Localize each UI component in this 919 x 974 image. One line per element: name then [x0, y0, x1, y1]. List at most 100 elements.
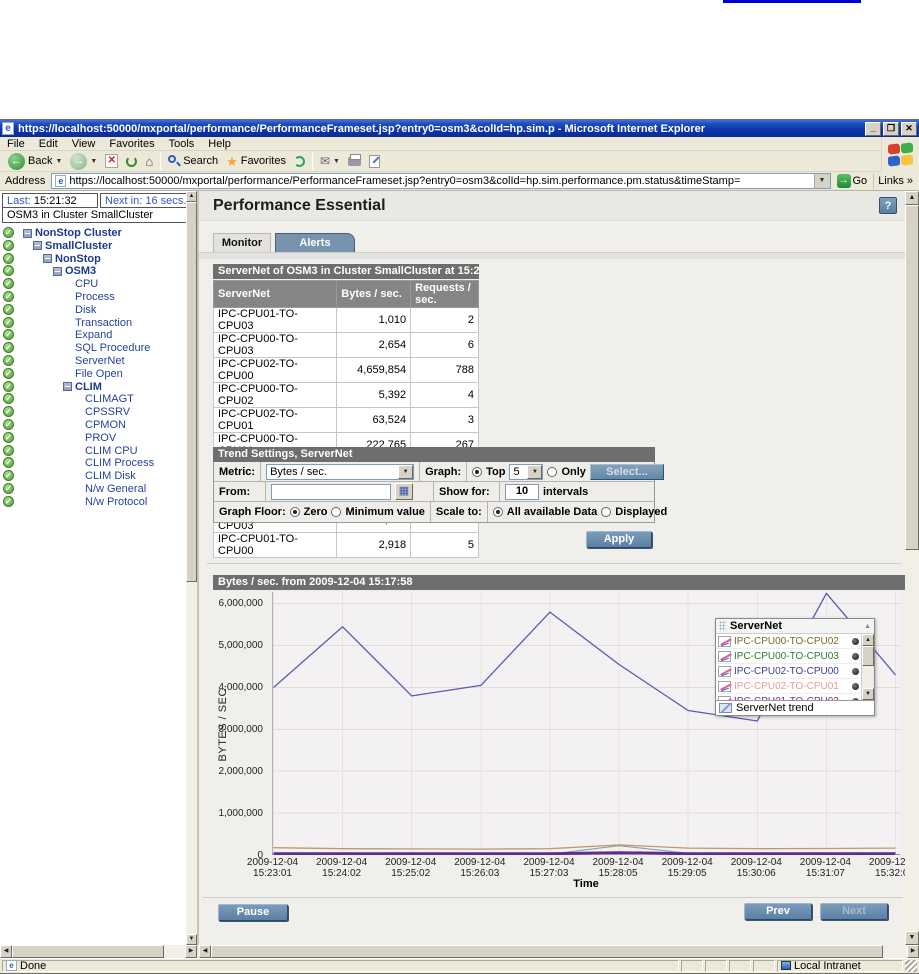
tree-item-n-w-general[interactable]: ✓N/w General	[0, 483, 186, 496]
maximize-button[interactable]: ❐	[883, 122, 899, 136]
visibility-eye-icon[interactable]	[852, 698, 859, 701]
tree-item-file-open[interactable]: ✓File Open	[0, 368, 186, 381]
legend-item-ipc-cpu00-to-cpu03[interactable]: IPC-CPU00-TO-CPU03	[716, 649, 861, 664]
tree-item-sql-procedure[interactable]: ✓SQL Procedure	[0, 342, 186, 355]
help-button[interactable]: ?	[879, 197, 897, 214]
select-button[interactable]: Select...	[590, 464, 664, 480]
calendar-icon[interactable]: ▦	[395, 483, 413, 500]
apply-button[interactable]: Apply	[586, 531, 652, 548]
tree-item-clim-cpu[interactable]: ✓CLIM CPU	[0, 445, 186, 458]
tree-item-servernet[interactable]: ✓ServerNet	[0, 355, 186, 368]
scroll-down-icon[interactable]: ▼	[186, 934, 197, 945]
address-url[interactable]: https://localhost:50000/mxportal/perform…	[69, 175, 813, 187]
intervals-input[interactable]: 10	[505, 484, 539, 500]
tab-alerts[interactable]: Alerts	[275, 233, 355, 252]
menu-tools[interactable]: Tools	[162, 138, 202, 150]
collapse-minus-icon[interactable]	[33, 241, 42, 250]
scrollbar-thumb[interactable]	[186, 202, 197, 582]
visibility-eye-icon[interactable]	[852, 683, 859, 690]
scroll-down-icon[interactable]: ▼	[905, 931, 919, 945]
metric-select[interactable]: Bytes / sec. ▼	[266, 464, 414, 480]
collapse-minus-icon[interactable]	[23, 229, 32, 238]
top-count-select[interactable]: 5 ▼	[509, 464, 543, 480]
menu-file[interactable]: File	[0, 138, 32, 150]
legend-item-ipc-cpu02-to-cpu00[interactable]: IPC-CPU02-TO-CPU00	[716, 664, 861, 679]
tree-item-prov[interactable]: ✓PROV	[0, 432, 186, 445]
resize-grip[interactable]	[905, 960, 917, 972]
back-button[interactable]: ← Back ▼	[4, 152, 66, 171]
drag-grip-icon[interactable]	[719, 621, 726, 631]
tree-item-osm3[interactable]: ✓OSM3	[0, 265, 186, 278]
zero-radio[interactable]	[290, 507, 300, 517]
favorites-button[interactable]: ★ Favorites	[222, 152, 290, 171]
scroll-up-icon[interactable]: ▲	[862, 634, 874, 646]
scroll-up-icon[interactable]: ▲	[905, 191, 919, 205]
edit-button[interactable]	[365, 152, 384, 171]
chart-legend[interactable]: ServerNet ▲ IPC-CPU00-TO-CPU02IPC-CPU00-…	[715, 618, 875, 716]
tree-item-clim-disk[interactable]: ✓CLIM Disk	[0, 470, 186, 483]
visibility-eye-icon[interactable]	[852, 653, 859, 660]
tree-item-nonstop[interactable]: ✓NonStop	[0, 253, 186, 266]
legend-header[interactable]: ServerNet ▲	[716, 619, 874, 634]
back-dropdown-icon[interactable]: ▼	[55, 158, 62, 165]
tree-item-disk[interactable]: ✓Disk	[0, 304, 186, 317]
from-input[interactable]	[271, 484, 391, 500]
collapse-minus-icon[interactable]	[63, 382, 72, 391]
tree-item-cpu[interactable]: ✓CPU	[0, 278, 186, 291]
go-button[interactable]: → Go	[834, 174, 871, 188]
collapse-minus-icon[interactable]	[43, 254, 52, 263]
search-button[interactable]: Search	[164, 152, 222, 171]
tree-item-process[interactable]: ✓Process	[0, 291, 186, 304]
prev-button[interactable]: Prev	[744, 903, 812, 920]
visibility-eye-icon[interactable]	[852, 668, 859, 675]
scrollbar-thumb[interactable]	[211, 945, 883, 958]
minimum-value-radio[interactable]	[331, 507, 341, 517]
forward-dropdown-icon[interactable]: ▼	[90, 158, 97, 165]
tree-item-clim[interactable]: ✓CLIM	[0, 381, 186, 394]
tree-item-cpmon[interactable]: ✓CPMON	[0, 419, 186, 432]
displayed-radio[interactable]	[601, 507, 611, 517]
collapse-icon[interactable]: ▲	[864, 623, 871, 630]
legend-item-ipc-cpu00-to-cpu02[interactable]: IPC-CPU00-TO-CPU02	[716, 634, 861, 649]
tab-monitor[interactable]: Monitor	[213, 233, 271, 252]
menu-view[interactable]: View	[65, 138, 103, 150]
left-pane-horizontal-scrollbar[interactable]: ◀ ▶	[0, 945, 197, 958]
main-horizontal-scrollbar[interactable]: ◀ ▶	[199, 945, 919, 958]
history-button[interactable]	[290, 152, 309, 171]
scroll-left-icon[interactable]: ◀	[0, 945, 12, 958]
titlebar[interactable]: e https://localhost:50000/mxportal/perfo…	[0, 120, 919, 137]
print-button[interactable]	[344, 152, 365, 171]
home-button[interactable]: ⌂	[141, 152, 157, 171]
main-vertical-scrollbar[interactable]: ▲ ▼	[905, 191, 919, 945]
scroll-right-icon[interactable]: ▶	[185, 945, 197, 958]
legend-item-ipc-cpu02-to-cpu01[interactable]: IPC-CPU02-TO-CPU01	[716, 679, 861, 694]
chevron-down-icon[interactable]: ▼	[398, 465, 413, 479]
menu-favorites[interactable]: Favorites	[102, 138, 161, 150]
minimize-button[interactable]: _	[865, 122, 881, 136]
legend-item-ipc-cpu01-to-cpu03[interactable]: IPC-CPU01-TO-CPU03	[716, 694, 861, 700]
address-input[interactable]: e https://localhost:50000/mxportal/perfo…	[51, 173, 830, 189]
tree-item-smallcluster[interactable]: ✓SmallCluster	[0, 240, 186, 253]
mail-dropdown-icon[interactable]: ▼	[333, 158, 340, 165]
visibility-eye-icon[interactable]	[852, 638, 859, 645]
pause-button[interactable]: Pause	[218, 904, 288, 921]
stop-button[interactable]: ✕	[101, 152, 122, 171]
scrollbar-thumb[interactable]	[12, 945, 164, 958]
left-pane-vertical-scrollbar[interactable]: ▲ ▼	[186, 191, 197, 945]
menu-edit[interactable]: Edit	[32, 138, 65, 150]
forward-button[interactable]: → ▼	[66, 152, 101, 171]
scroll-right-icon[interactable]: ▶	[907, 945, 919, 958]
mail-button[interactable]: ✉ ▼	[316, 152, 344, 171]
scroll-left-icon[interactable]: ◀	[199, 945, 211, 958]
next-button[interactable]: Next	[820, 903, 888, 920]
tree-item-climagt[interactable]: ✓CLIMAGT	[0, 393, 186, 406]
top-radio[interactable]	[472, 467, 482, 477]
all-available-data-radio[interactable]	[493, 507, 503, 517]
scrollbar-thumb[interactable]	[862, 646, 874, 666]
address-dropdown-icon[interactable]: ▼	[814, 174, 830, 188]
legend-scrollbar[interactable]: ▲ ▼	[861, 634, 874, 700]
chevron-down-icon[interactable]: ▼	[527, 465, 542, 479]
tree-item-expand[interactable]: ✓Expand	[0, 329, 186, 342]
legend-footer[interactable]: ServerNet trend	[716, 700, 874, 715]
scroll-down-icon[interactable]: ▼	[862, 688, 874, 700]
